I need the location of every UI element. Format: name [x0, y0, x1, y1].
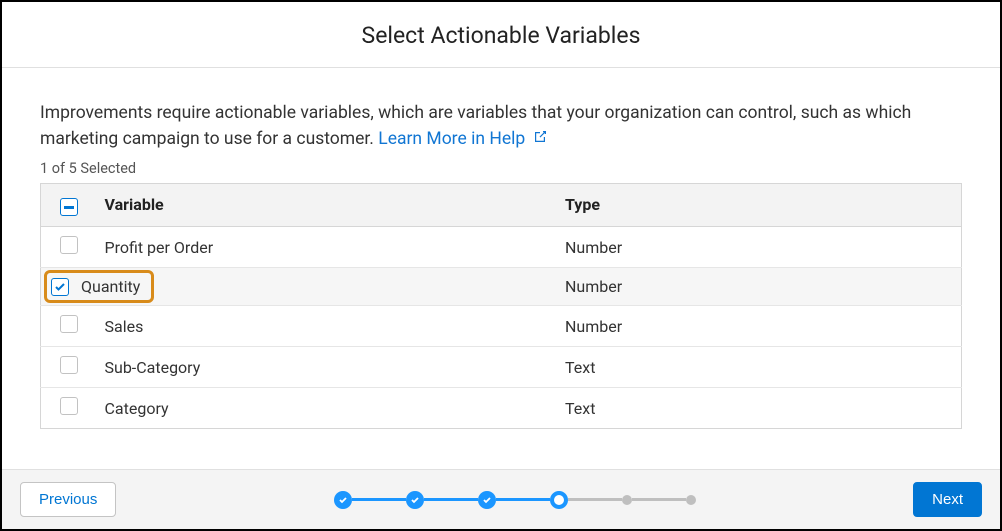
select-all-checkbox[interactable]	[60, 198, 78, 216]
variables-table: Variable Type Profit per Order Number	[40, 183, 962, 430]
type-cell: Number	[557, 227, 962, 268]
row-checkbox[interactable]	[60, 236, 78, 254]
variable-cell: Category	[97, 388, 558, 429]
step-bar	[632, 498, 686, 501]
page-title: Select Actionable Variables	[2, 22, 1000, 49]
variable-cell: Profit per Order	[97, 227, 558, 268]
check-icon	[482, 495, 492, 505]
type-cell: Number	[557, 268, 962, 306]
type-cell: Text	[557, 347, 962, 388]
type-cell: Text	[557, 388, 962, 429]
type-cell: Number	[557, 306, 962, 347]
step-future[interactable]	[686, 495, 696, 505]
step-bar	[496, 498, 550, 501]
previous-button[interactable]: Previous	[20, 482, 116, 517]
selection-count: 1 of 5 Selected	[40, 160, 962, 177]
check-icon	[338, 495, 348, 505]
table-row[interactable]: Sub-Category Text	[41, 347, 962, 388]
step-bar	[352, 498, 406, 501]
row-checkbox[interactable]	[51, 278, 69, 296]
row-checkbox[interactable]	[60, 356, 78, 374]
variable-cell: Sub-Category	[97, 347, 558, 388]
table-row[interactable]: Profit per Order Number	[41, 227, 962, 268]
external-link-icon	[532, 127, 548, 153]
column-header-type[interactable]: Type	[557, 183, 962, 227]
table-row[interactable]: Quantity Number	[41, 268, 962, 306]
page-header: Select Actionable Variables	[2, 2, 1000, 68]
row-checkbox[interactable]	[60, 315, 78, 333]
column-header-variable[interactable]: Variable	[97, 183, 558, 227]
step-bar	[424, 498, 478, 501]
step-done[interactable]	[478, 491, 496, 509]
next-button[interactable]: Next	[913, 482, 982, 517]
description-text: Improvements require actionable variable…	[40, 100, 962, 154]
header-checkbox-cell	[41, 183, 97, 227]
learn-more-link[interactable]: Learn More in Help	[378, 129, 547, 149]
variable-cell: Quantity	[81, 277, 140, 296]
check-icon	[54, 281, 66, 293]
step-done[interactable]	[406, 491, 424, 509]
variable-cell: Sales	[97, 306, 558, 347]
check-icon	[410, 495, 420, 505]
main-content: Improvements require actionable variable…	[2, 68, 1000, 469]
table-row[interactable]: Sales Number	[41, 306, 962, 347]
step-current[interactable]	[550, 491, 568, 509]
progress-stepper	[334, 491, 696, 509]
indeterminate-icon	[64, 206, 74, 209]
row-checkbox[interactable]	[60, 397, 78, 415]
step-bar	[568, 498, 622, 501]
table-row[interactable]: Category Text	[41, 388, 962, 429]
step-done[interactable]	[334, 491, 352, 509]
footer: Previous Next	[2, 469, 1000, 529]
step-future[interactable]	[622, 495, 632, 505]
